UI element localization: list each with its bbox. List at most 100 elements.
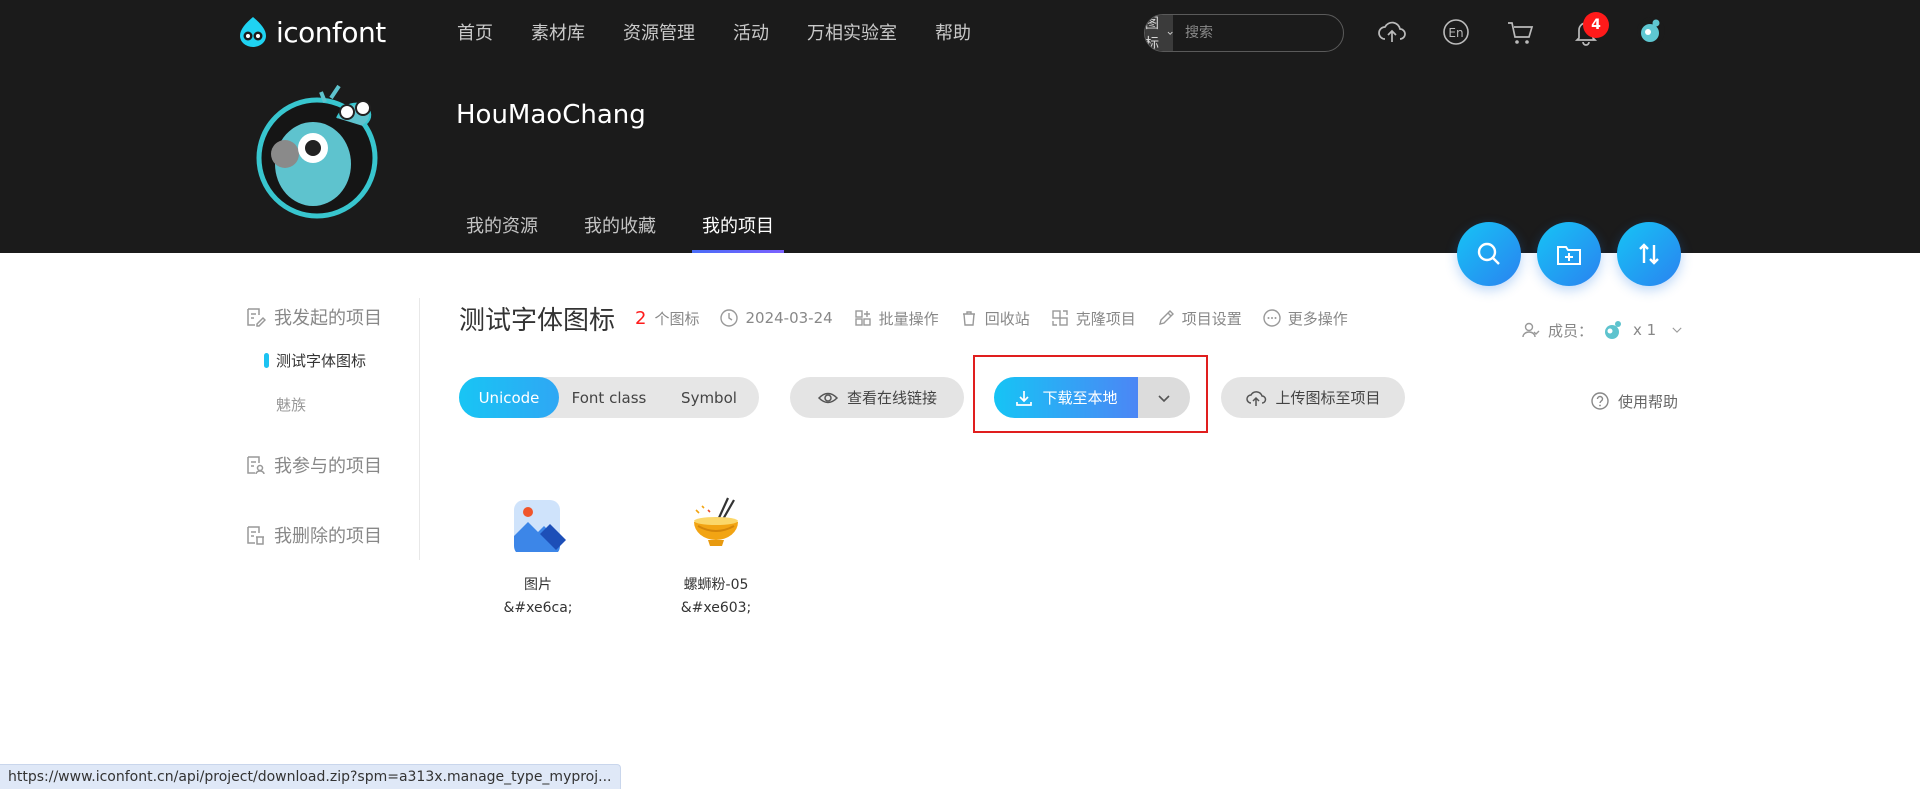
icon-code: &#xe603; — [680, 600, 752, 616]
icon-name: 螺蛳粉-05 — [683, 577, 749, 593]
chevron-down-icon — [1158, 394, 1170, 402]
sidebar-joined-projects[interactable]: 我参与的项目 — [244, 448, 420, 482]
recycle-bin-button[interactable]: 回收站 — [959, 308, 1030, 329]
doc-trash-icon — [247, 526, 264, 545]
eye-icon — [817, 392, 839, 403]
global-search: 图标 — [1144, 14, 1344, 52]
user-icon — [1522, 322, 1540, 338]
format-unicode[interactable]: Unicode — [459, 377, 559, 418]
upload-icons-button[interactable]: 上传图标至项目 — [1221, 377, 1405, 418]
nav-library[interactable]: 素材库 — [531, 19, 585, 45]
download-label: 下载至本地 — [1042, 389, 1118, 407]
sort-button[interactable] — [1617, 222, 1681, 286]
help-circle-icon — [1591, 392, 1609, 410]
members-label: 成员： — [1548, 321, 1594, 340]
nav-help[interactable]: 帮助 — [935, 19, 971, 45]
more-icon — [1263, 309, 1281, 327]
project-settings-label: 项目设置 — [1181, 309, 1242, 328]
tab-my-projects[interactable]: 我的项目 — [692, 196, 784, 253]
nav-resources[interactable]: 资源管理 — [623, 19, 695, 45]
icon-code: &#xe6ca; — [503, 600, 573, 616]
user-avatar[interactable] — [1636, 16, 1666, 46]
sidebar-deleted-label: 我删除的项目 — [274, 526, 382, 547]
profile-username: HouMaoChang — [456, 100, 646, 130]
nav-events[interactable]: 活动 — [733, 19, 769, 45]
language-en-icon[interactable]: En — [1440, 16, 1472, 48]
icon-card[interactable]: 图片 &#xe6ca; — [478, 496, 598, 616]
brand-name: iconfont — [276, 15, 386, 49]
trash-icon — [962, 311, 975, 326]
search-input[interactable] — [1173, 15, 1343, 51]
sidebar-divider — [419, 298, 420, 560]
icon-count-unit: 个图标 — [654, 309, 700, 328]
project-title: 测试字体图标 — [459, 305, 616, 336]
browser-status-bar: https://www.iconfont.cn/api/project/down… — [0, 764, 621, 789]
more-actions-label: 更多操作 — [1287, 309, 1348, 328]
usage-help-label: 使用帮助 — [1618, 392, 1679, 411]
nav-lab[interactable]: 万相实验室 — [807, 19, 897, 45]
sidebar-project-meizu[interactable]: 魅族 — [244, 388, 420, 420]
recycle-bin-label: 回收站 — [984, 309, 1030, 328]
format-switch: Unicode Font class Symbol — [459, 377, 759, 418]
format-symbol[interactable]: Symbol — [659, 377, 759, 418]
sidebar-initiated-projects[interactable]: 我发起的项目 — [244, 300, 420, 334]
project-date-text: 2024-03-24 — [745, 309, 833, 327]
download-icon — [1016, 390, 1033, 406]
folder-add-icon — [1557, 246, 1581, 265]
new-project-button[interactable] — [1537, 222, 1601, 286]
upload-cloud-icon — [1246, 390, 1267, 406]
icon-name: 图片 — [524, 577, 552, 593]
batch-operation-label: 批量操作 — [878, 309, 939, 328]
sidebar-joined-label: 我参与的项目 — [274, 456, 382, 477]
top-navigation: iconfont 首页 素材库 资源管理 活动 万相实验室 帮助 图标 En — [0, 0, 1920, 64]
iconfont-logo-icon — [240, 17, 266, 47]
batch-operation-button[interactable]: 批量操作 — [853, 308, 939, 329]
profile-tabs: 我的资源 我的收藏 我的项目 — [456, 196, 784, 253]
usage-help-link[interactable]: 使用帮助 — [1590, 389, 1678, 413]
more-actions-button[interactable]: 更多操作 — [1262, 308, 1348, 329]
clone-project-button[interactable]: 克隆项目 — [1050, 308, 1136, 329]
noodle-bowl-icon — [694, 497, 738, 546]
clone-project-label: 克隆项目 — [1075, 309, 1136, 328]
clock-icon — [720, 309, 739, 327]
grid-icon — [854, 310, 871, 326]
notification-badge: 4 — [1583, 12, 1609, 38]
chevron-down-icon — [1672, 327, 1682, 333]
format-font-class[interactable]: Font class — [559, 377, 659, 418]
icon-card[interactable]: 螺蛳粉-05 &#xe603; — [656, 496, 776, 616]
download-options-dropdown[interactable] — [1138, 377, 1190, 418]
main-nav: 首页 素材库 资源管理 活动 万相实验室 帮助 — [457, 0, 971, 64]
pencil-icon — [1158, 310, 1174, 325]
upload-cloud-icon[interactable] — [1376, 16, 1408, 48]
sidebar-deleted-projects[interactable]: 我删除的项目 — [244, 518, 420, 552]
project-members[interactable]: 成员： x 1 — [1520, 318, 1684, 342]
project-sidebar: 我发起的项目 测试字体图标 魅族 我参与的项目 我删除的项目 — [244, 300, 420, 552]
project-header: 测试字体图标 2 个图标 2024-03-24 批量操作 回收站 克隆项目 项目… — [459, 300, 1368, 336]
sidebar-initiated-label: 我发起的项目 — [274, 308, 382, 329]
project-settings-button[interactable]: 项目设置 — [1156, 308, 1242, 329]
tab-my-resources[interactable]: 我的资源 — [456, 196, 548, 253]
project-date: 2024-03-24 — [719, 308, 833, 328]
sidebar-project-test-font[interactable]: 测试字体图标 — [244, 344, 420, 376]
profile-avatar — [256, 84, 378, 219]
icon-count: 2 — [635, 307, 647, 329]
search-icon — [1477, 242, 1500, 265]
upload-icons-label: 上传图标至项目 — [1275, 389, 1381, 407]
doc-user-icon — [247, 456, 265, 475]
cart-icon[interactable] — [1504, 16, 1536, 48]
profile-header: iconfont 首页 素材库 资源管理 活动 万相实验室 帮助 图标 En — [0, 0, 1920, 253]
view-online-link-label: 查看在线链接 — [846, 389, 937, 407]
nav-home[interactable]: 首页 — [457, 19, 493, 45]
member-avatar — [1605, 321, 1622, 339]
clone-icon — [1052, 310, 1068, 326]
view-online-link-button[interactable]: 查看在线链接 — [790, 377, 964, 418]
members-count: x 1 — [1633, 321, 1657, 339]
search-type-select[interactable]: 图标 — [1145, 15, 1173, 51]
tab-my-favorites[interactable]: 我的收藏 — [574, 196, 666, 253]
sort-icon — [1639, 243, 1659, 265]
image-icon — [514, 500, 566, 552]
search-project-button[interactable] — [1457, 222, 1521, 286]
download-button[interactable]: 下载至本地 — [994, 377, 1138, 418]
search-type-label: 图标 — [1145, 16, 1159, 52]
brand-logo[interactable]: iconfont — [236, 14, 386, 50]
